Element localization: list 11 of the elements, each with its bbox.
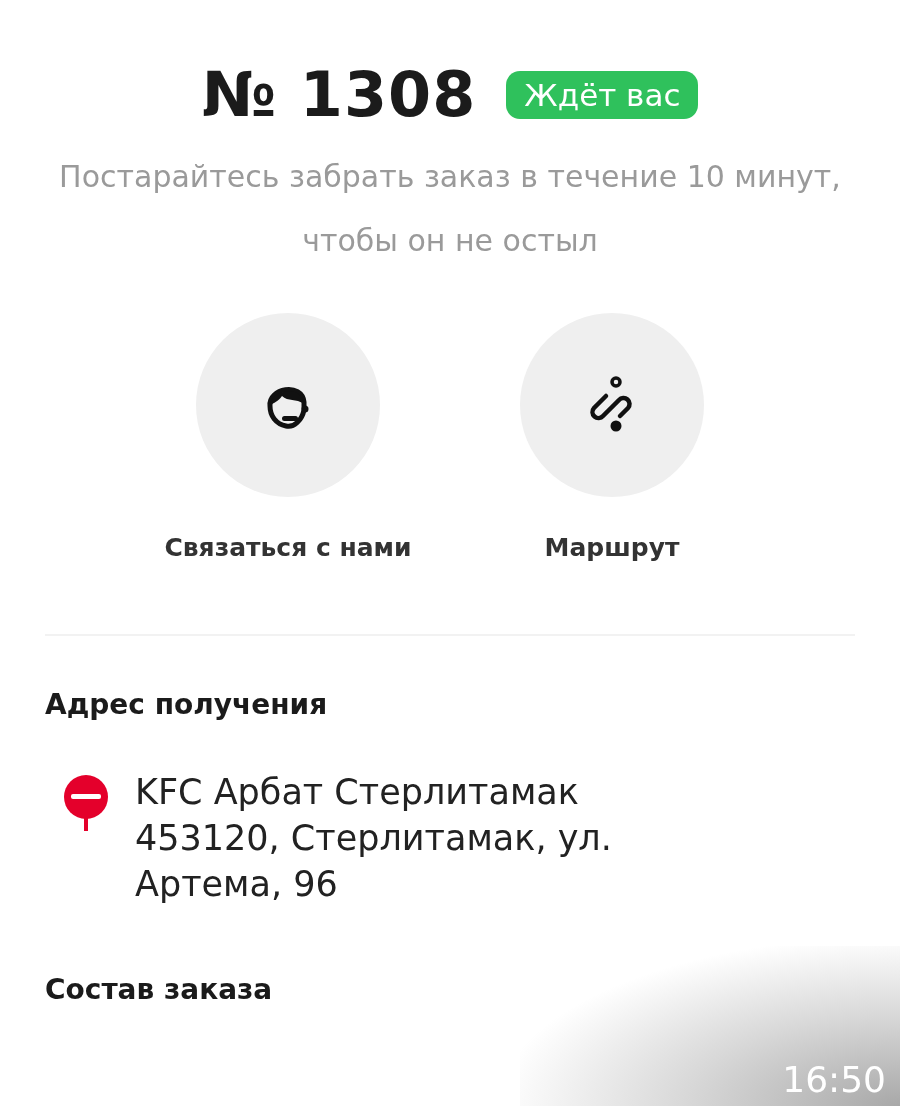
section-heading: Адрес получения bbox=[45, 688, 329, 721]
order-number: № 1308 bbox=[201, 58, 477, 131]
address-line: KFC Арбат Стерлитамак bbox=[135, 771, 580, 814]
action-label: Связаться с нами bbox=[164, 533, 412, 562]
pickup-hint: Постарайтесь забрать заказ в течение 10 минут, чтобы он не остыл bbox=[58, 158, 842, 260]
status-badge: Ждёт вас bbox=[506, 70, 699, 119]
address-line: Артема, 96 bbox=[135, 863, 339, 906]
timestamp: 16:50 bbox=[782, 1059, 887, 1102]
section-heading: Состав заказа bbox=[45, 973, 274, 1006]
action-label: Маршрут bbox=[544, 533, 680, 562]
address-line: 453120, Стерлитамак, ул. bbox=[135, 817, 612, 860]
